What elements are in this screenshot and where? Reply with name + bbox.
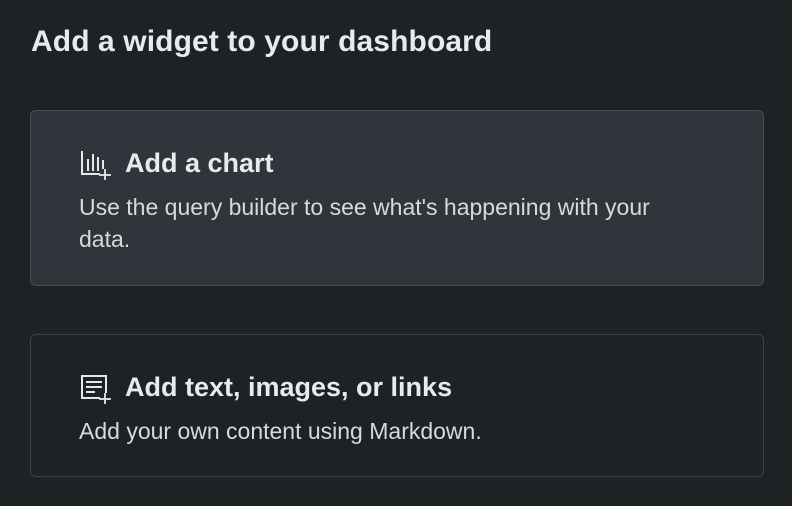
chart-add-icon	[79, 146, 111, 181]
page-title: Add a widget to your dashboard	[31, 25, 493, 58]
add-chart-card-header: Add a chart	[79, 145, 274, 181]
markdown-add-icon	[79, 370, 111, 405]
add-chart-description: Use the query builder to see what's happ…	[79, 194, 650, 252]
add-chart-title: Add a chart	[125, 148, 274, 178]
add-markdown-title: Add text, images, or links	[125, 372, 453, 402]
add-markdown-card-header: Add text, images, or links	[79, 369, 452, 405]
add-chart-card[interactable]: Add a chart Use the query builder to see…	[30, 110, 764, 286]
add-markdown-description: Add your own content using Markdown.	[79, 418, 482, 444]
add-markdown-card[interactable]: Add text, images, or links Add your own …	[30, 334, 764, 477]
